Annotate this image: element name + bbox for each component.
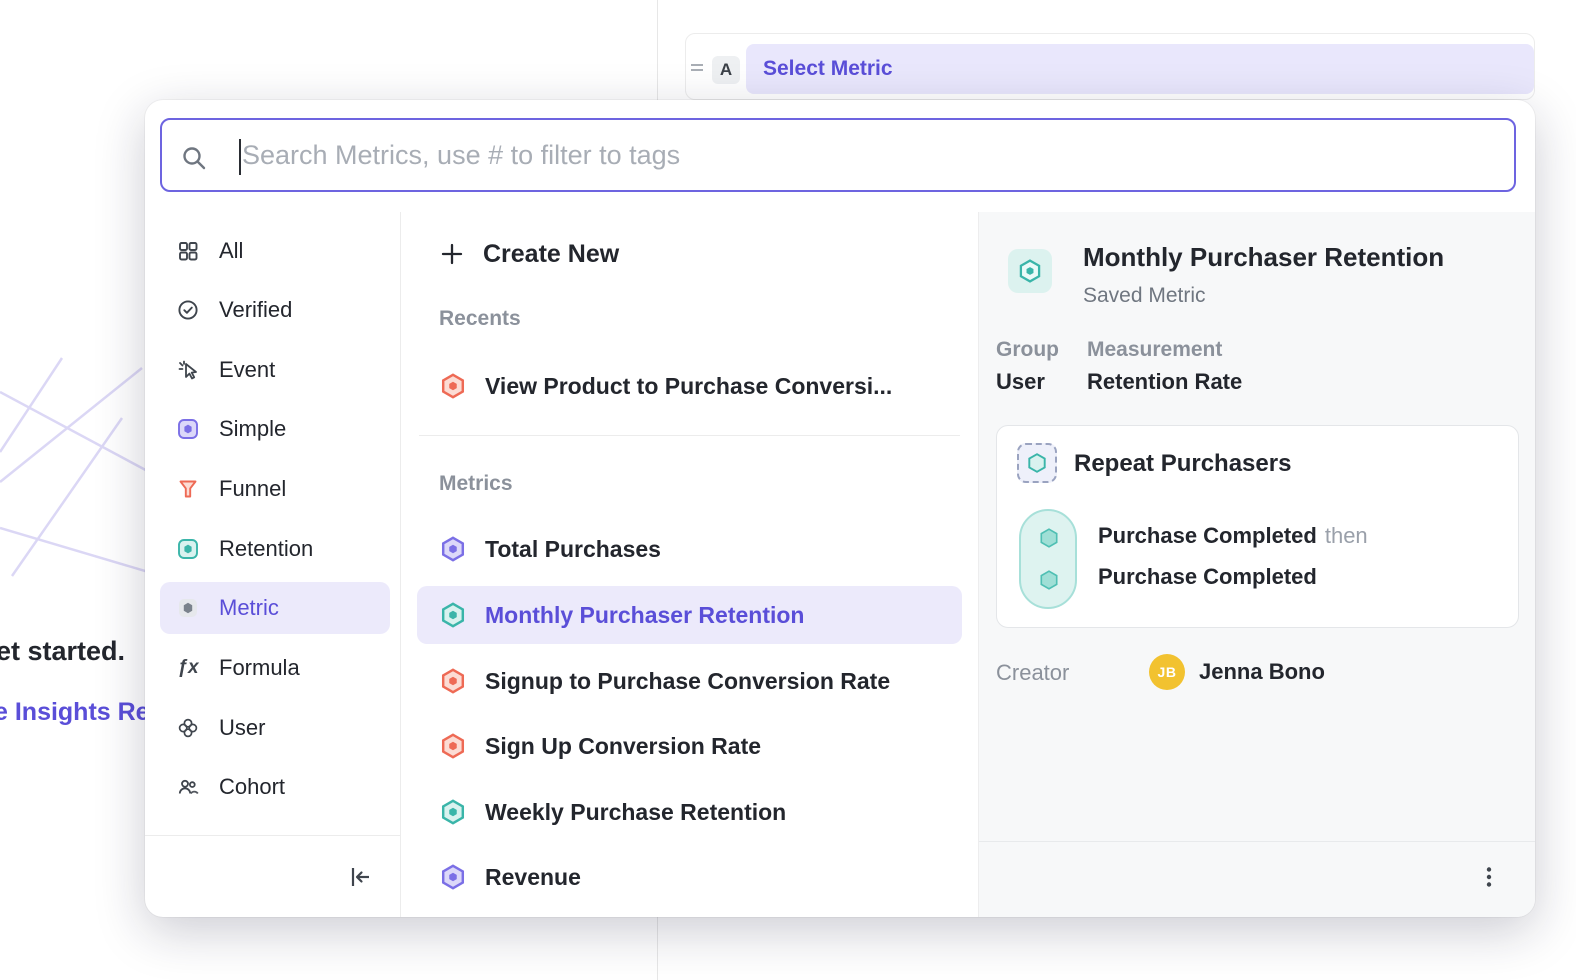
- creator-avatar: JB: [1149, 654, 1185, 690]
- sequence-step-2: Purchase Completed: [1098, 564, 1317, 590]
- simple-metric-icon: [439, 863, 467, 891]
- verified-badge-icon: [175, 297, 201, 323]
- screen: et started. e Insights Re A Select Metri…: [0, 0, 1576, 980]
- retention-metric-icon: [439, 798, 467, 826]
- sidebar-item-label: Verified: [219, 297, 292, 323]
- create-new-label: Create New: [483, 240, 619, 269]
- metric-definition-card: Repeat Purchasers Purchase Completed then: [996, 425, 1519, 628]
- sidebar-item-verified[interactable]: Verified: [160, 284, 390, 336]
- background-link-fragment[interactable]: e Insights Re: [0, 698, 150, 727]
- create-new-button[interactable]: Create New: [401, 234, 978, 274]
- metric-item-signup-to-purchase-conversion-rate[interactable]: Signup to Purchase Conversion Rate: [417, 652, 962, 710]
- metric-type-icon-badge: [1008, 249, 1052, 293]
- metric-item-label: Total Purchases: [485, 536, 661, 563]
- metric-hexagon-icon: [175, 595, 201, 621]
- sidebar-item-event[interactable]: Event: [160, 344, 390, 396]
- metric-detail-panel: Monthly Purchaser Retention Saved Metric…: [978, 212, 1535, 917]
- cohort-people-icon: [175, 774, 201, 800]
- behavior-title: Repeat Purchasers: [1074, 450, 1291, 478]
- metric-item-label: Revenue: [485, 864, 581, 891]
- drag-handle-icon[interactable]: [690, 62, 704, 74]
- behavior-dashed-icon: [1017, 443, 1057, 483]
- retention-metric-icon: [439, 601, 467, 629]
- metric-list: Create New Recents View Product to Purch…: [401, 212, 978, 917]
- retention-hexagon-icon: [1017, 258, 1043, 284]
- sidebar-item-label: Event: [219, 357, 275, 383]
- simple-metric-icon: [175, 416, 201, 442]
- formula-fx-icon: ƒx: [175, 655, 201, 681]
- grid-icon: [175, 238, 201, 264]
- detail-subtitle: Saved Metric: [1083, 284, 1206, 308]
- retention-hexagon-icon: [1026, 452, 1048, 474]
- measurement-value: Retention Rate: [1087, 369, 1242, 395]
- funnel-metric-icon: [439, 667, 467, 695]
- event-sequence-pill: [1019, 509, 1077, 609]
- sidebar-item-label: Metric: [219, 595, 279, 621]
- funnel-icon: [175, 476, 201, 502]
- group-value: User: [996, 369, 1045, 395]
- sidebar-footer-divider: [145, 835, 400, 836]
- user-flower-icon: [175, 715, 201, 741]
- detail-title: Monthly Purchaser Retention: [1083, 242, 1444, 273]
- metric-item-label: Weekly Purchase Retention: [485, 799, 786, 826]
- sidebar-item-label: Simple: [219, 416, 286, 442]
- event-hexagon-icon: [1038, 569, 1060, 591]
- metric-item-sign-up-conversion-rate[interactable]: Sign Up Conversion Rate: [417, 717, 962, 775]
- category-sidebar: All Verified: [145, 212, 400, 917]
- more-options-icon[interactable]: [1477, 865, 1501, 889]
- metric-item-weekly-purchase-retention[interactable]: Weekly Purchase Retention: [417, 783, 962, 841]
- funnel-metric-icon: [439, 732, 467, 760]
- collapse-sidebar-icon[interactable]: [347, 864, 373, 890]
- recent-item-view-product-to-purchase[interactable]: View Product to Purchase Conversi...: [417, 358, 962, 414]
- creator-label: Creator: [996, 660, 1069, 686]
- select-metric-field[interactable]: Select Metric: [746, 44, 1534, 94]
- sidebar-item-cohort[interactable]: Cohort: [160, 761, 390, 813]
- recent-item-label: View Product to Purchase Conversi...: [485, 373, 892, 400]
- metric-picker-modal: All Verified: [145, 100, 1535, 917]
- list-section-divider: [419, 435, 960, 436]
- sidebar-item-user[interactable]: User: [160, 702, 390, 754]
- sidebar-item-funnel[interactable]: Funnel: [160, 463, 390, 515]
- plus-icon: [439, 241, 465, 267]
- background-heading-fragment: et started.: [0, 636, 125, 667]
- event-cursor-icon: [175, 357, 201, 383]
- step-connector: then: [1325, 523, 1368, 548]
- metrics-section-label: Metrics: [439, 472, 513, 496]
- search-input[interactable]: [162, 120, 1514, 190]
- sidebar-item-label: Cohort: [219, 774, 285, 800]
- step-event-name: Purchase Completed: [1098, 523, 1317, 548]
- sidebar-item-label: Funnel: [219, 476, 286, 502]
- metric-item-label: Signup to Purchase Conversion Rate: [485, 668, 890, 695]
- sidebar-item-simple[interactable]: Simple: [160, 403, 390, 455]
- sidebar-item-label: Retention: [219, 536, 313, 562]
- sidebar-item-metric[interactable]: Metric: [160, 582, 390, 634]
- recents-section-label: Recents: [439, 307, 521, 331]
- picker-columns: All Verified: [145, 212, 1535, 917]
- metric-item-label: Monthly Purchaser Retention: [485, 602, 804, 629]
- sidebar-item-all[interactable]: All: [160, 225, 390, 277]
- metric-item-revenue[interactable]: Revenue: [417, 848, 962, 906]
- metric-item-monthly-purchaser-retention[interactable]: Monthly Purchaser Retention: [417, 586, 962, 644]
- measurement-label: Measurement: [1087, 338, 1222, 362]
- group-label: Group: [996, 338, 1059, 362]
- search-box: [160, 118, 1516, 192]
- event-hexagon-icon: [1038, 527, 1060, 549]
- sidebar-item-label: User: [219, 715, 265, 741]
- metric-item-label: Sign Up Conversion Rate: [485, 733, 761, 760]
- retention-icon: [175, 536, 201, 562]
- sidebar-item-retention[interactable]: Retention: [160, 523, 390, 575]
- simple-metric-icon: [439, 535, 467, 563]
- sidebar-item-label: All: [219, 238, 243, 264]
- metric-item-total-purchases[interactable]: Total Purchases: [417, 520, 962, 578]
- sidebar-item-formula[interactable]: ƒx Formula: [160, 642, 390, 694]
- sequence-step-1: Purchase Completed then: [1098, 523, 1368, 549]
- panel-footer-divider: [979, 841, 1535, 842]
- metric-builder-row: A Select Metric: [685, 33, 1535, 100]
- sidebar-item-label: Formula: [219, 655, 300, 681]
- funnel-metric-icon: [439, 372, 467, 400]
- creator-name: Jenna Bono: [1199, 659, 1325, 685]
- series-letter-badge: A: [712, 56, 740, 84]
- step-event-name: Purchase Completed: [1098, 564, 1317, 589]
